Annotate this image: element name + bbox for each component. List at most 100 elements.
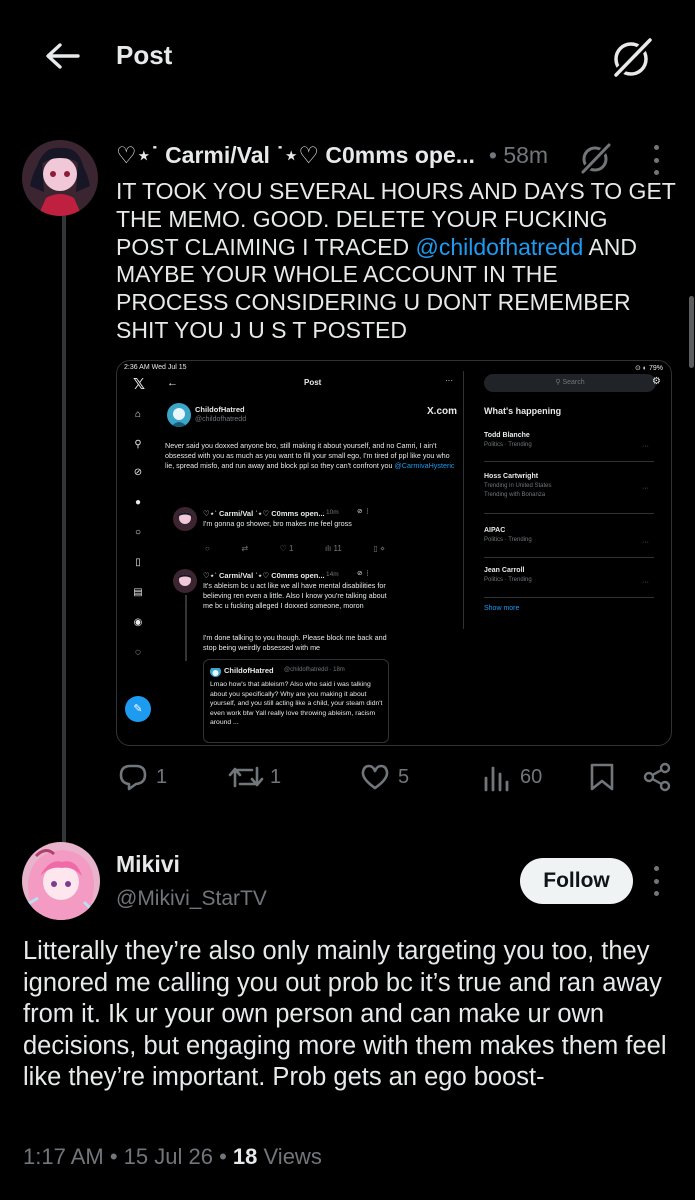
- trend-item: Hoss Cartwright Trending in United State…: [484, 473, 552, 498]
- reply-button[interactable]: 1: [118, 762, 167, 792]
- reply-name: ♡⋆˙ Carmi/Val ˙⋆♡ C0mms open...: [203, 509, 325, 518]
- show-more-link: Show more: [484, 605, 520, 612]
- reply-text: It's ableism bc u act like we all have m…: [203, 581, 387, 610]
- repost-count: 1: [270, 765, 282, 788]
- repost-icon: ⇄: [241, 544, 249, 553]
- reply-time: · 10m: [322, 509, 339, 516]
- more-icon: ···: [445, 376, 453, 385]
- post-date[interactable]: 15 Jul 26: [124, 1144, 213, 1169]
- quote-text: Lmao how's that ableism? Also who said i…: [210, 681, 383, 727]
- more-icon[interactable]: [652, 866, 660, 896]
- display-name[interactable]: ♡⋆˙ Carmi/Val ˙⋆♡ C0mms ope...: [116, 142, 475, 169]
- reply-count: 1: [156, 765, 168, 788]
- attached-image[interactable]: 2:36 AM Wed Jul 15 ⊙ ◐ 79% 𝕏 ⌂ ⚲ ⊘ ● ○ ▯…: [116, 360, 672, 746]
- back-arrow-icon: ←: [167, 377, 178, 389]
- bell-icon: ●: [134, 497, 142, 508]
- reply-text: I'm gonna go shower, bro makes me feel g…: [203, 519, 352, 528]
- bookmark-icon: [590, 763, 614, 791]
- more-icon: ···: [642, 539, 649, 546]
- more-icon: ···: [642, 579, 649, 586]
- quote-name: ChildofHatred: [224, 666, 274, 675]
- grok-icon[interactable]: [610, 34, 656, 80]
- lists-icon: ▤: [133, 587, 143, 598]
- thread-connector: [185, 595, 187, 661]
- grok-icon: ⊘ ⋮: [357, 570, 371, 577]
- timestamp[interactable]: • 58m: [489, 142, 548, 169]
- more-icon: ···: [642, 485, 649, 492]
- divider: [484, 557, 654, 558]
- tweet-text: IT TOOK YOU SEVERAL HOURS AND DAYS TO GE…: [116, 178, 676, 343]
- more-icon[interactable]: [652, 145, 660, 175]
- grok-icon[interactable]: [578, 140, 614, 176]
- author-handle: @childofhatredd: [195, 416, 247, 423]
- reply-time: · 14m: [322, 571, 339, 578]
- views-label: Views: [263, 1144, 322, 1169]
- repost-icon: [228, 766, 264, 788]
- back-arrow-icon[interactable]: [42, 36, 82, 76]
- user-handle[interactable]: @Mikivi_StarTV: [116, 887, 267, 911]
- share-icon: [643, 762, 671, 792]
- search-icon: ⚲: [134, 439, 142, 450]
- reply-icon: [119, 764, 147, 791]
- quote-handle: @childofhatredd · 18m: [284, 667, 345, 673]
- divider: [484, 597, 654, 598]
- views-button[interactable]: 60: [482, 762, 542, 792]
- bookmark-icon: ▯ ⋄: [373, 544, 385, 553]
- divider: [484, 513, 654, 514]
- embedded-title: Post: [304, 378, 322, 387]
- divider: [463, 371, 464, 629]
- grok-icon: ⊘ ⋮: [357, 508, 371, 515]
- trend-item: AIPAC Politics · Trending: [484, 527, 532, 543]
- reply-text: Litterally they’re also only mainly targ…: [23, 937, 667, 1091]
- avatar[interactable]: [22, 140, 98, 216]
- views-count: 60: [520, 765, 543, 788]
- home-icon: ⌂: [134, 409, 142, 420]
- thread-connector: [62, 214, 66, 842]
- divider: [484, 461, 654, 462]
- top-bar: Post: [0, 0, 695, 112]
- embedded-actions: ○ ⇄ ♡ 1 ılı 11 ▯ ⋄: [205, 544, 385, 553]
- page-title: Post: [116, 40, 173, 70]
- compose-icon: ✎: [125, 696, 151, 722]
- bookmark-button[interactable]: [588, 762, 616, 792]
- more-icon: ···: [642, 443, 649, 450]
- reply-icon: ○: [205, 544, 210, 553]
- quoted-post: ChildofHatred @childofhatredd · 18m Lmao…: [203, 659, 389, 743]
- avatar[interactable]: [22, 842, 100, 920]
- avatar: [173, 507, 197, 531]
- search-input: ⚲ Search: [484, 374, 656, 392]
- display-name[interactable]: Mikivi: [116, 851, 180, 878]
- scrollbar[interactable]: [689, 296, 694, 368]
- follow-button[interactable]: Follow: [520, 858, 633, 904]
- reply-name: ♡⋆˙ Carmi/Val ˙⋆♡ C0mms open...: [203, 571, 325, 580]
- views-icon: [484, 766, 509, 792]
- avatar: [173, 569, 197, 593]
- mention-link[interactable]: @childofhatredd: [415, 234, 583, 260]
- post-meta: 1:17 AM • 15 Jul 26 • 18 Views: [23, 1144, 322, 1169]
- bookmark-icon: ▯: [135, 557, 141, 568]
- whats-happening-heading: What's happening: [484, 406, 562, 416]
- x-logo-icon: 𝕏: [133, 376, 146, 393]
- xcom-label: X.com: [427, 406, 458, 417]
- status-bar-icons: ⊙ ◐ 79%: [635, 365, 663, 372]
- like-button[interactable]: 5: [360, 762, 409, 792]
- views-count: 18: [232, 1144, 258, 1169]
- more-circle-icon: ◌: [135, 647, 141, 658]
- gear-icon: ⚙: [652, 376, 661, 387]
- profile-icon: ◉: [133, 617, 143, 628]
- trend-item: Todd Blanche Politics · Trending: [484, 432, 532, 448]
- views-icon: ılı 11: [325, 544, 342, 553]
- like-count: 5: [398, 765, 410, 788]
- avatar: [167, 403, 191, 427]
- tweet-header: ♡⋆˙ Carmi/Val ˙⋆♡ C0mms ope... • 58m: [116, 142, 548, 169]
- repost-button[interactable]: 1: [228, 762, 281, 792]
- share-button[interactable]: [642, 762, 672, 792]
- trend-item: Jean Carroll Politics · Trending: [484, 567, 532, 583]
- post-time[interactable]: 1:17 AM: [23, 1144, 104, 1169]
- grok-icon: ⊘: [133, 467, 143, 478]
- messages-icon: ○: [134, 527, 142, 538]
- status-bar-time: 2:36 AM Wed Jul 15: [124, 364, 187, 371]
- avatar: [210, 666, 221, 677]
- like-icon: [361, 764, 389, 790]
- author-name: ChildofHatred: [195, 405, 245, 414]
